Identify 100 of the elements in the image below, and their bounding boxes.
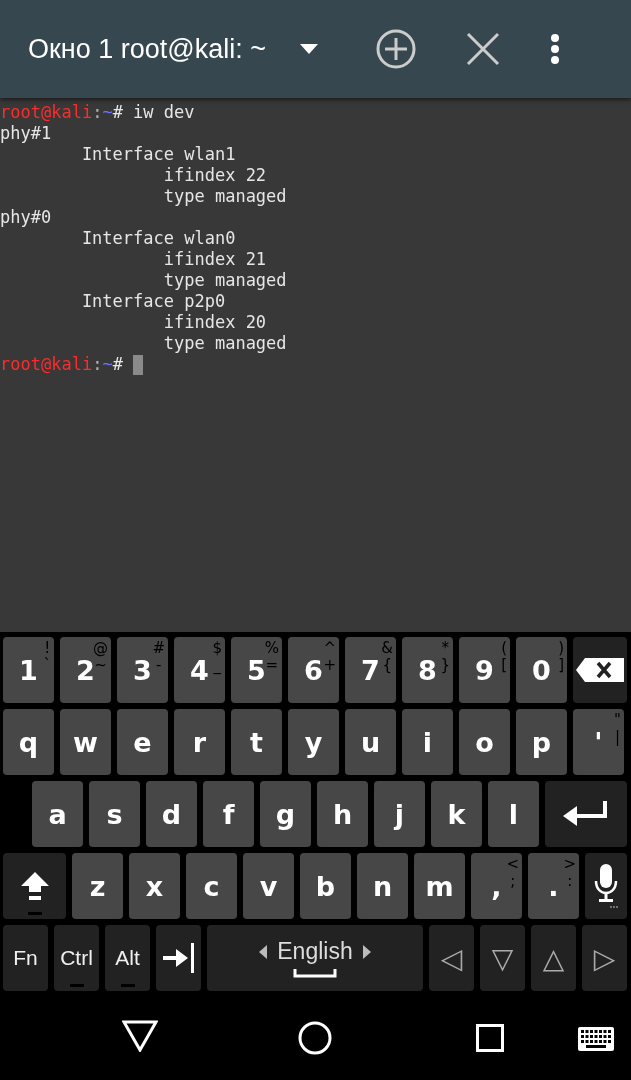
key[interactable]: h <box>317 781 368 847</box>
tab-icon <box>161 941 196 975</box>
shift-key[interactable] <box>3 853 66 919</box>
key-hint: [ <box>501 657 507 674</box>
enter-key[interactable] <box>545 781 627 847</box>
key[interactable]: j <box>374 781 425 847</box>
key[interactable]: s <box>89 781 140 847</box>
key[interactable]: 3 # - <box>117 637 168 703</box>
key[interactable]: c <box>186 853 237 919</box>
close-icon[interactable] <box>466 32 500 66</box>
key-hint: < <box>506 856 519 873</box>
key[interactable]: 0 ) ] <box>516 637 567 703</box>
key[interactable]: l <box>488 781 539 847</box>
key[interactable]: g <box>260 781 311 847</box>
key[interactable]: i <box>402 709 453 775</box>
tab-key[interactable] <box>156 925 201 991</box>
key-hint: ` <box>43 657 51 674</box>
key[interactable]: 2 @ ~ <box>60 637 111 703</box>
key-hint: - <box>156 657 162 674</box>
add-icon[interactable] <box>376 29 416 69</box>
modifier-key[interactable]: Alt <box>105 925 150 991</box>
key[interactable]: d <box>146 781 197 847</box>
keyboard-icon[interactable] <box>578 1027 614 1051</box>
key-hint: _ <box>213 657 221 674</box>
terminal-line: phy#0 <box>0 207 52 228</box>
recents-icon[interactable] <box>476 1024 504 1052</box>
key-hint: ) <box>558 640 564 657</box>
terminal-line: Interface p2p0 <box>80 291 226 312</box>
key-hint: ; <box>510 873 516 890</box>
key-hint: ! <box>44 640 51 657</box>
key[interactable]: , < ; <box>471 853 522 919</box>
terminal-line: ifindex 22 <box>162 165 267 186</box>
terminal-line: type managed <box>162 333 287 354</box>
key[interactable]: b <box>300 853 351 919</box>
terminal-line: root@kali:~# <box>0 354 124 375</box>
key[interactable]: 7 & { <box>345 637 396 703</box>
key[interactable]: f <box>203 781 254 847</box>
key[interactable]: e <box>117 709 168 775</box>
key[interactable]: r <box>174 709 225 775</box>
back-icon[interactable] <box>122 1020 158 1052</box>
microphone-key[interactable] <box>585 853 627 919</box>
key[interactable]: 9 ( [ <box>459 637 510 703</box>
key[interactable]: 1 ! ` <box>3 637 54 703</box>
key-hint: " <box>614 712 621 729</box>
dropdown-caret-icon[interactable] <box>300 44 318 54</box>
arrow-key[interactable]: ▷ <box>582 925 627 991</box>
left-triangle-icon <box>259 944 268 959</box>
key-hint: ~ <box>94 657 107 674</box>
terminal-line: ifindex 21 <box>162 249 267 270</box>
arrow-key[interactable]: ◁ <box>429 925 474 991</box>
key-hint: ( <box>501 640 507 657</box>
terminal-line: type managed <box>162 270 287 291</box>
home-icon[interactable] <box>298 1021 332 1055</box>
more-icon[interactable] <box>550 34 560 64</box>
key-hint: > <box>563 856 576 873</box>
key[interactable]: m <box>414 853 465 919</box>
key-hint: & <box>381 640 393 657</box>
backspace-key[interactable] <box>573 637 627 703</box>
key[interactable]: w <box>60 709 111 775</box>
key[interactable]: k <box>431 781 482 847</box>
window-title[interactable]: Окно 1 root@kali: ~ <box>28 33 266 65</box>
arrow-key[interactable]: ▽ <box>480 925 525 991</box>
right-triangle-icon <box>362 944 371 959</box>
key[interactable]: q <box>3 709 54 775</box>
key-hint: @ <box>93 640 108 657</box>
key[interactable]: 6 ^ + <box>288 637 339 703</box>
terminal-line: type managed <box>162 186 287 207</box>
microphone-icon <box>593 863 619 909</box>
backspace-icon <box>575 657 625 683</box>
key[interactable]: o <box>459 709 510 775</box>
key-hint: { <box>382 657 392 674</box>
key[interactable]: v <box>243 853 294 919</box>
terminal-line: Interface wlan1 <box>80 144 236 165</box>
key[interactable]: x <box>129 853 180 919</box>
space-icon <box>293 969 337 978</box>
modifier-key[interactable]: Ctrl <box>54 925 99 991</box>
key[interactable]: z <box>72 853 123 919</box>
key[interactable]: ' " | <box>573 709 624 775</box>
key-hint: % <box>264 640 279 657</box>
key[interactable]: n <box>357 853 408 919</box>
terminal-line: root@kali:~# iw dev <box>0 102 195 123</box>
key[interactable]: p <box>516 709 567 775</box>
key[interactable]: 4 $ _ <box>174 637 225 703</box>
key-hint: + <box>323 657 336 674</box>
key-hint: ^ <box>323 640 336 657</box>
modifier-key[interactable]: Fn <box>3 925 48 991</box>
key[interactable]: 8 * } <box>402 637 453 703</box>
key[interactable]: . > : <box>528 853 579 919</box>
key[interactable]: y <box>288 709 339 775</box>
key[interactable]: 5 % = <box>231 637 282 703</box>
space-key[interactable]: English <box>207 925 423 991</box>
key[interactable]: t <box>231 709 282 775</box>
key-hint: } <box>440 657 450 674</box>
arrow-key[interactable]: △ <box>531 925 576 991</box>
key[interactable]: u <box>345 709 396 775</box>
key-hint: = <box>265 657 279 674</box>
terminal-line: Interface wlan0 <box>80 228 236 249</box>
key[interactable]: a <box>32 781 83 847</box>
key-hint: ] <box>558 657 564 674</box>
terminal-line: phy#1 <box>0 123 52 144</box>
